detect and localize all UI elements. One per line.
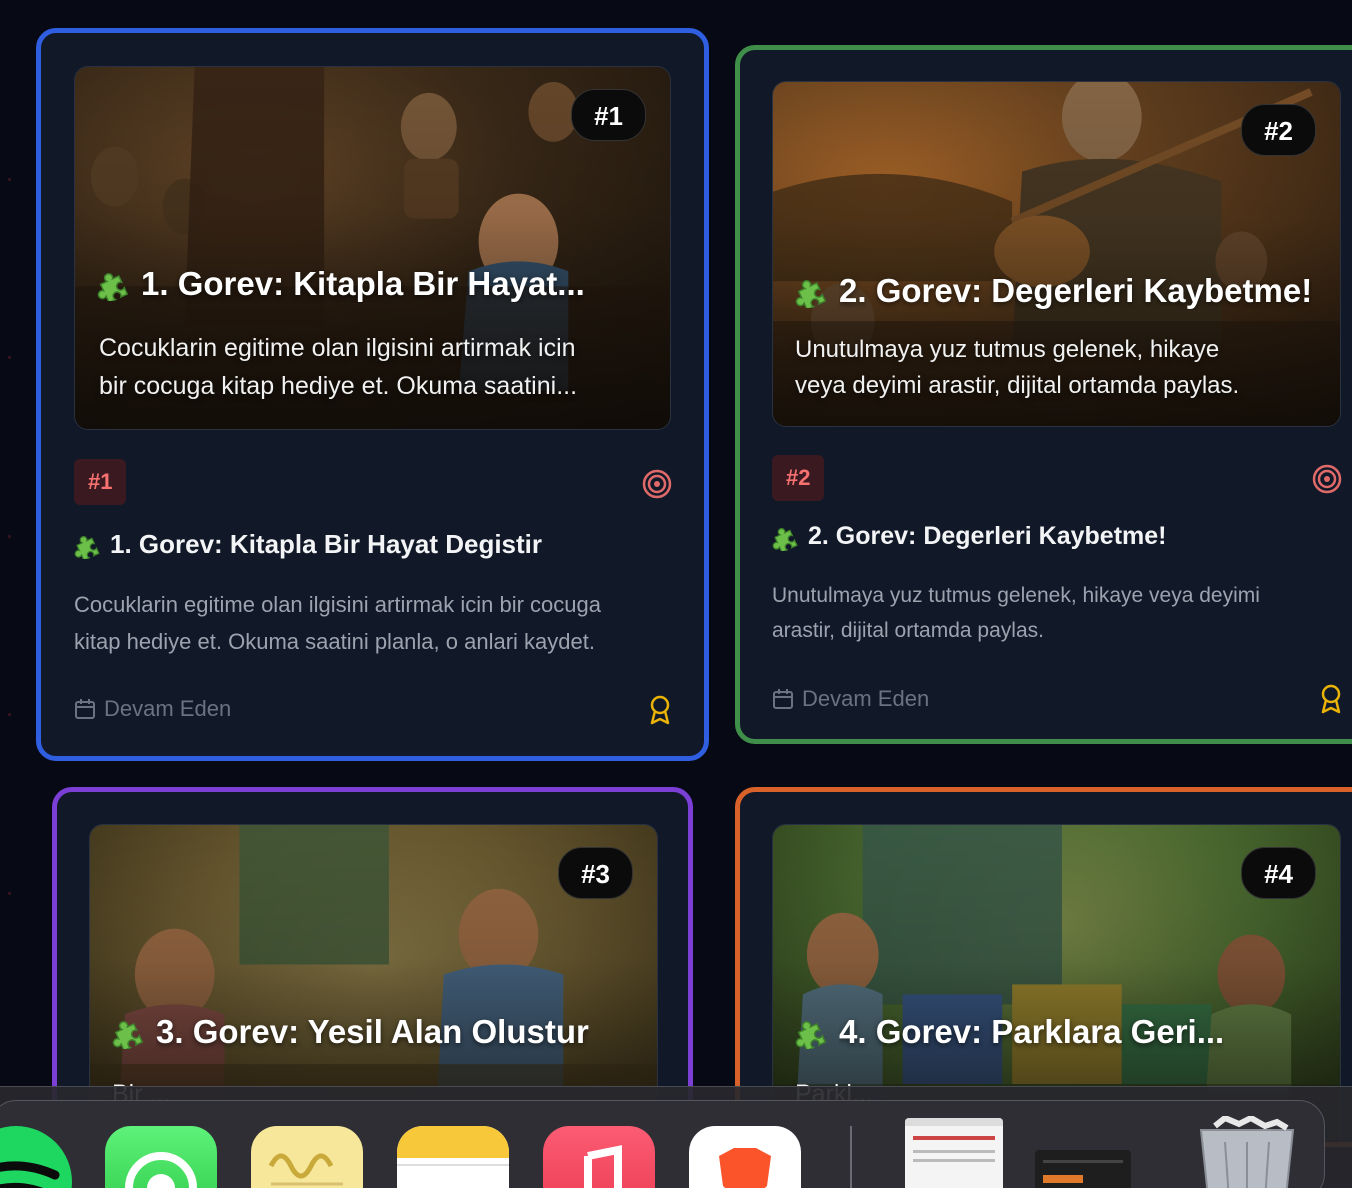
trash-icon[interactable]	[1195, 1116, 1299, 1188]
calendar-icon	[773, 689, 793, 709]
hero-description: Cocuklarin egitime olan ilgisini artirma…	[99, 334, 578, 400]
task-status: Devam Eden	[772, 686, 929, 712]
puzzle-icon	[97, 267, 131, 301]
target-icon	[642, 469, 672, 499]
dock-separator	[850, 1126, 852, 1188]
task-status: Devam Eden	[74, 696, 231, 722]
target-icon	[1312, 464, 1342, 494]
puzzle-icon	[74, 531, 102, 559]
browser-window-thumbnail[interactable]	[905, 1118, 1003, 1188]
task-title: 1. Gorev: Kitapla Bir Hayat Degistir	[74, 529, 542, 560]
puzzle-icon	[795, 274, 829, 308]
puzzle-icon	[795, 1015, 829, 1049]
task-tag: #1	[74, 459, 127, 505]
task-title: 2. Gorev: Degerleri Kaybetme!	[772, 522, 1166, 551]
notes-app-icon[interactable]	[397, 1126, 509, 1188]
rank-badge: #1	[571, 89, 646, 141]
background-dot	[8, 892, 11, 895]
task-card-2[interactable]: #2 2. Gorev: Degerleri Kaybetme! Unutulm…	[735, 45, 1352, 744]
task-image-1: #1 1. Gorev: Kitapla Bir Hayat... Cocukl…	[74, 66, 671, 430]
hero-title: 3. Gorev: Yesil Alan Olustur	[112, 1013, 652, 1051]
task-tag: #2	[772, 455, 825, 501]
music-app-icon[interactable]	[543, 1126, 655, 1188]
brave-app-icon[interactable]	[689, 1126, 801, 1188]
hero-title: 2. Gorev: Degerleri Kaybetme!	[795, 272, 1335, 310]
calendar-icon	[75, 699, 95, 719]
rank-badge: #3	[558, 847, 633, 899]
task-image-2: #2 2. Gorev: Degerleri Kaybetme! Unutulm…	[772, 81, 1341, 427]
hero-title: 1. Gorev: Kitapla Bir Hayat...	[97, 265, 657, 303]
background-dot	[8, 713, 11, 716]
task-card-1[interactable]: #1 1. Gorev: Kitapla Bir Hayat... Cocukl…	[36, 28, 709, 761]
task-description: Cocuklarin egitime olan ilgisini artirma…	[74, 592, 601, 654]
award-icon	[650, 695, 670, 725]
award-icon	[1321, 684, 1341, 714]
background-dot	[8, 535, 11, 538]
background-dot	[8, 178, 11, 181]
background-dot	[8, 356, 11, 359]
rank-badge: #2	[1241, 104, 1316, 156]
hero-description: Unutulmaya yuz tutmus gelenek, hikaye ve…	[795, 336, 1240, 399]
hero-title: 4. Gorev: Parklara Geri...	[795, 1013, 1225, 1051]
dark-window-thumbnail[interactable]	[1035, 1150, 1131, 1188]
puzzle-icon	[772, 523, 800, 551]
task-description: Unutulmaya yuz tutmus gelenek, hikaye ve…	[772, 584, 1260, 642]
puzzle-icon	[112, 1015, 146, 1049]
freeform-app-icon[interactable]	[251, 1126, 363, 1188]
rank-badge: #4	[1241, 847, 1316, 899]
whatsapp-app-icon[interactable]	[105, 1126, 217, 1188]
